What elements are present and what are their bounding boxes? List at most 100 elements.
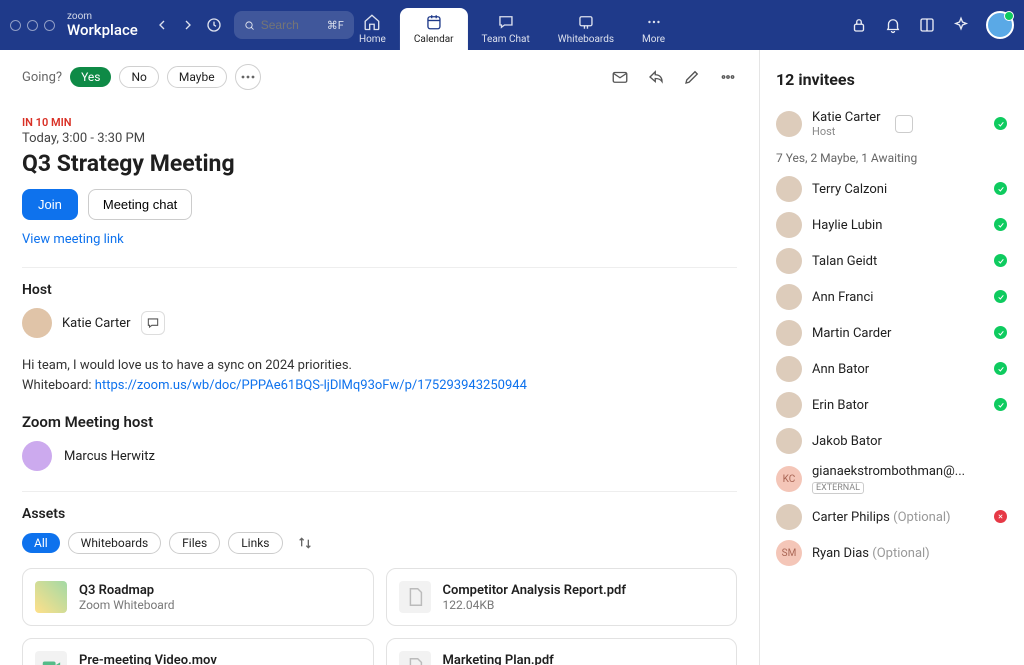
- rsvp-more-button[interactable]: [235, 64, 261, 90]
- asset-subtitle: 122.04KB: [443, 598, 626, 612]
- ai-icon[interactable]: [952, 16, 970, 34]
- status-maybe-icon: [994, 472, 1008, 486]
- filter-whiteboards[interactable]: Whiteboards: [68, 532, 162, 554]
- back-icon[interactable]: [154, 17, 170, 33]
- status-yes-icon: [994, 182, 1008, 196]
- mail-icon[interactable]: [611, 68, 629, 86]
- optional-label: (Optional): [893, 510, 950, 525]
- tab-team-chat[interactable]: Team Chat: [468, 8, 544, 50]
- zoom-host-title: Zoom Meeting host: [22, 413, 737, 431]
- going-label: Going?: [22, 70, 62, 85]
- join-button[interactable]: Join: [22, 189, 78, 220]
- bell-icon[interactable]: [884, 16, 902, 34]
- invitee-host-row[interactable]: Katie Carter Host: [776, 105, 1008, 143]
- tab-home[interactable]: Home: [345, 8, 400, 50]
- meeting-chat-button[interactable]: Meeting chat: [88, 189, 192, 220]
- invitee-row[interactable]: Jakob Bator: [776, 423, 1008, 459]
- asset-name: Q3 Roadmap: [79, 583, 175, 598]
- video-thumb-icon: [35, 651, 67, 665]
- assets-title: Assets: [22, 506, 737, 522]
- invitee-row[interactable]: Ann Franci: [776, 279, 1008, 315]
- event-title: Q3 Strategy Meeting: [22, 150, 737, 177]
- description-text: Hi team, I would love us to have a sync …: [22, 358, 352, 373]
- zoom-host-row: Marcus Herwitz: [22, 441, 737, 471]
- divider: [22, 491, 737, 492]
- tab-label: More: [642, 34, 665, 45]
- invitee-row[interactable]: SMRyan Dias (Optional): [776, 535, 1008, 571]
- divider: [22, 267, 737, 268]
- invitee-row[interactable]: Haylie Lubin: [776, 207, 1008, 243]
- invitee-avatar: [776, 111, 802, 137]
- invitee-name: Ann Franci: [812, 290, 873, 305]
- invitee-avatar: [776, 356, 802, 382]
- status-yes-icon: [994, 326, 1008, 340]
- tab-more[interactable]: More: [628, 8, 679, 50]
- asset-item[interactable]: Marketing Plan.pdf Emerson George, today…: [386, 638, 738, 665]
- window-controls[interactable]: [10, 20, 55, 31]
- view-meeting-link[interactable]: View meeting link: [22, 232, 124, 247]
- brand-product: Workplace: [67, 22, 138, 39]
- tab-whiteboards[interactable]: Whiteboards: [544, 8, 628, 50]
- invitee-row[interactable]: Ann Bator: [776, 351, 1008, 387]
- invitee-avatar: [776, 320, 802, 346]
- invitee-avatar: [776, 212, 802, 238]
- optional-label: (Optional): [872, 546, 929, 561]
- invitee-name: Haylie Lubin: [812, 218, 882, 233]
- zoom-host-name: Marcus Herwitz: [64, 449, 155, 464]
- invitees-panel: 12 invitees Katie Carter Host 7 Yes, 2 M…: [759, 50, 1024, 665]
- invitee-row[interactable]: Talan Geidt: [776, 243, 1008, 279]
- rsvp-bar: Going? Yes No Maybe: [22, 64, 737, 90]
- invitee-row[interactable]: Terry Calzoni: [776, 171, 1008, 207]
- invitee-avatar: [776, 392, 802, 418]
- invitees-title: 12 invitees: [776, 70, 1008, 89]
- invitee-row[interactable]: Carter Philips (Optional): [776, 499, 1008, 535]
- more-icon[interactable]: [719, 68, 737, 86]
- filter-all[interactable]: All: [22, 533, 60, 553]
- rsvp-maybe[interactable]: Maybe: [167, 66, 227, 88]
- invitee-row[interactable]: KCgianaekstrombothman@... EXTERNAL: [776, 459, 1008, 499]
- whiteboard-link[interactable]: https://zoom.us/wb/doc/PPPAe61BQS-ljDlMq…: [95, 378, 527, 393]
- sort-icon[interactable]: [297, 535, 313, 551]
- asset-item[interactable]: Pre-meeting Video.mov Erin Gouse, today …: [22, 638, 374, 665]
- zoom-host-avatar: [22, 441, 52, 471]
- asset-item[interactable]: Competitor Analysis Report.pdf 122.04KB: [386, 568, 738, 626]
- brand-name: zoom: [67, 11, 138, 22]
- rsvp-no[interactable]: No: [119, 66, 158, 88]
- contacts-icon[interactable]: [918, 16, 936, 34]
- filter-links[interactable]: Links: [228, 532, 282, 554]
- host-checkbox[interactable]: [895, 115, 913, 133]
- forward-icon[interactable]: [180, 17, 196, 33]
- tab-label: Home: [359, 34, 386, 45]
- lock-icon[interactable]: [850, 16, 868, 34]
- invitee-name: gianaekstrombothman@...: [812, 464, 965, 479]
- invitee-row[interactable]: Erin Bator: [776, 387, 1008, 423]
- profile-avatar[interactable]: [986, 11, 1014, 39]
- invitee-row[interactable]: Martin Carder: [776, 315, 1008, 351]
- tab-calendar[interactable]: Calendar: [400, 8, 468, 50]
- invitee-name: Martin Carder: [812, 326, 891, 341]
- topbar-right: [850, 11, 1014, 39]
- status-yes-icon: [994, 254, 1008, 268]
- asset-item[interactable]: Q3 Roadmap Zoom Whiteboard: [22, 568, 374, 626]
- pdf-thumb-icon: [399, 651, 431, 665]
- top-tabs: Home Calendar Team Chat Whiteboards More: [345, 0, 679, 50]
- filter-files[interactable]: Files: [169, 532, 220, 554]
- rsvp-tally: 7 Yes, 2 Maybe, 1 Awaiting: [776, 151, 1008, 165]
- status-yes-icon: [994, 362, 1008, 376]
- share-icon[interactable]: [647, 68, 665, 86]
- host-name: Katie Carter: [62, 316, 131, 331]
- search-input[interactable]: [261, 18, 321, 32]
- invitee-role: Host: [812, 125, 881, 138]
- rsvp-yes[interactable]: Yes: [70, 67, 111, 87]
- external-badge: EXTERNAL: [812, 482, 864, 494]
- history-icon[interactable]: [206, 17, 222, 33]
- event-time: Today, 3:00 - 3:30 PM: [22, 131, 737, 146]
- search-box[interactable]: ⌘F: [234, 11, 354, 39]
- brand: zoom Workplace: [67, 11, 138, 39]
- chat-host-button[interactable]: [141, 311, 165, 335]
- edit-icon[interactable]: [683, 68, 701, 86]
- invitee-avatar: [776, 176, 802, 202]
- topbar: zoom Workplace ⌘F Home Calendar Team Cha…: [0, 0, 1024, 50]
- host-section-title: Host: [22, 282, 737, 298]
- assets-grid: Q3 Roadmap Zoom Whiteboard Competitor An…: [22, 568, 737, 665]
